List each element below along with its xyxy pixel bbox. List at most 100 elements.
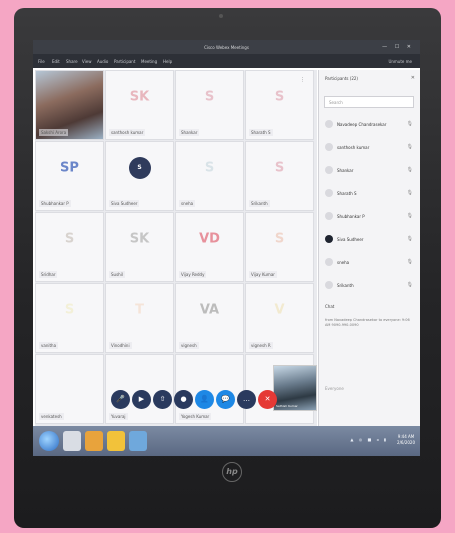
participant-name-label: sneha bbox=[179, 200, 196, 207]
video-tile[interactable]: VA vignesh bbox=[175, 283, 244, 353]
close-icon[interactable]: ✕ bbox=[411, 75, 415, 81]
participant-name-label: Siva Sudheer bbox=[109, 200, 140, 207]
taskbar-app-icon[interactable] bbox=[129, 431, 147, 451]
laptop-screen: Cisco Webex Meetings — ☐ ✕ File Edit Sha… bbox=[33, 40, 420, 456]
window-title: Cisco Webex Meetings bbox=[204, 45, 249, 50]
video-tile[interactable]: S Sharath S ⋮ bbox=[245, 70, 314, 140]
participant-name: Sharath S bbox=[337, 191, 357, 196]
menu-view[interactable]: View bbox=[82, 59, 92, 64]
participant-name-label: Vijay Reddy bbox=[179, 271, 207, 278]
chat-recipient-select[interactable]: Everyone bbox=[325, 386, 344, 391]
participant-name-label: Sridhar bbox=[39, 271, 58, 278]
participant-name-label: Shubhankar P bbox=[39, 200, 71, 207]
participant-name-label: Sushil bbox=[109, 271, 125, 278]
more-icon[interactable]: … bbox=[237, 390, 256, 409]
avatar bbox=[325, 235, 333, 243]
participant-name: Siva Sudheer bbox=[337, 237, 364, 242]
meeting-controls: 🎤 ▶ ⇧ ● 👤 💬… ✕ bbox=[111, 390, 281, 416]
menu-bar: File Edit Share View Audio Participant M… bbox=[33, 54, 420, 68]
avatar bbox=[325, 281, 333, 289]
menu-participant[interactable]: Participant bbox=[114, 59, 135, 64]
video-tile[interactable]: S Sridhar bbox=[35, 212, 104, 282]
participants-panel: Participants (22) ✕ Search Navadeep Chan… bbox=[318, 70, 420, 426]
menu-audio[interactable]: Audio bbox=[97, 59, 108, 64]
video-tile[interactable]: Sakshi Arora bbox=[35, 70, 104, 140]
webcam-dot bbox=[219, 14, 223, 18]
title-bar: Cisco Webex Meetings — ☐ ✕ bbox=[33, 40, 420, 54]
video-tile[interactable]: venkatesh bbox=[35, 354, 104, 424]
mute-icon[interactable]: 🎤 bbox=[111, 390, 130, 409]
participant-name-label: Srikanth bbox=[249, 200, 270, 207]
video-tile[interactable]: S Vijay Kumar bbox=[245, 212, 314, 282]
chat-icon[interactable]: 💬 bbox=[216, 390, 235, 409]
menu-share[interactable]: Share bbox=[66, 59, 78, 64]
video-tile[interactable]: SP Shubhankar P bbox=[35, 141, 104, 211]
video-tile[interactable]: VD Vijay Reddy bbox=[175, 212, 244, 282]
participant-initials: S bbox=[274, 160, 285, 176]
microphone-icon: 🎙 bbox=[406, 167, 413, 173]
taskbar-app-icon[interactable] bbox=[85, 431, 103, 451]
share-icon[interactable]: ⇧ bbox=[153, 390, 172, 409]
participant-row[interactable]: sneha 🎙 bbox=[319, 252, 420, 276]
chat-title[interactable]: Chat bbox=[325, 304, 334, 309]
menu-file[interactable]: File bbox=[38, 59, 45, 64]
microphone-icon: 🎙 bbox=[406, 121, 413, 127]
video-tile[interactable]: Svanitha bbox=[35, 283, 104, 353]
participant-row[interactable]: santhosh kumar 🎙 bbox=[319, 137, 420, 161]
video-tile[interactable]: S Shankar bbox=[175, 70, 244, 140]
participant-name-label: vignesh bbox=[179, 342, 199, 349]
participant-initials: SK bbox=[129, 231, 150, 247]
participant-name-label: venkatesh bbox=[39, 413, 64, 420]
clock-date: 2/6/2020 bbox=[397, 440, 415, 445]
participant-initials: S bbox=[274, 89, 285, 105]
participant-name: Navadeep Chandrasekar bbox=[337, 122, 387, 127]
participant-row[interactable]: Navadeep Chandrasekar 🎙 bbox=[319, 114, 420, 138]
participant-name-label: Vijay Kumar bbox=[249, 271, 277, 278]
participant-initials: S bbox=[204, 160, 215, 176]
taskbar-app-icon[interactable] bbox=[107, 431, 125, 451]
video-tile[interactable]: S Srikanth bbox=[245, 141, 314, 211]
tile-options-icon[interactable]: ⋮ bbox=[300, 77, 305, 83]
participant-row[interactable]: Shubhankar P 🎙 bbox=[319, 206, 420, 230]
participants-icon[interactable]: 👤 bbox=[195, 390, 214, 409]
participant-name-label: Vinodhini bbox=[109, 342, 132, 349]
video-tile[interactable]: SK Sushil bbox=[105, 212, 174, 282]
search-placeholder: Search bbox=[329, 100, 343, 105]
participant-name: sneha bbox=[337, 260, 350, 265]
participant-row[interactable]: Srikanth 🎙 bbox=[319, 275, 420, 299]
unmute-indicator[interactable]: Unmute me bbox=[388, 59, 412, 64]
participant-search-input[interactable]: Search bbox=[324, 96, 414, 108]
participant-row[interactable]: Sharath S 🎙 bbox=[319, 183, 420, 207]
avatar bbox=[325, 212, 333, 220]
video-tile[interactable]: T Vinodhini bbox=[105, 283, 174, 353]
video-tile[interactable]: Vvignesh R bbox=[245, 283, 314, 353]
video-tile[interactable]: Ssneha bbox=[175, 141, 244, 211]
video-tile[interactable]: SK santhosh kumar bbox=[105, 70, 174, 140]
menu-edit[interactable]: Edit bbox=[52, 59, 60, 64]
participant-initials: S bbox=[64, 231, 75, 247]
video-tile[interactable]: S Siva Sudheer bbox=[105, 141, 174, 211]
hp-logo: hp bbox=[222, 462, 242, 482]
participant-name: Shankar bbox=[337, 168, 354, 173]
avatar bbox=[325, 143, 333, 151]
taskbar-app-icon[interactable] bbox=[63, 431, 81, 451]
system-tray[interactable]: ▲ ◎ ■ ◂ ▮ bbox=[350, 437, 388, 442]
start-button[interactable] bbox=[39, 431, 59, 451]
microphone-icon: 🎙 bbox=[406, 236, 413, 242]
record-icon[interactable]: ● bbox=[174, 390, 193, 409]
participants-title: Participants (22) bbox=[325, 76, 358, 81]
participant-row[interactable]: Shankar 🎙 bbox=[319, 160, 420, 184]
participant-name-label: santhosh kumar bbox=[109, 129, 146, 136]
participant-name-label: vignesh R bbox=[249, 342, 273, 349]
video-icon[interactable]: ▶ bbox=[132, 390, 151, 409]
window-controls[interactable]: — ☐ ✕ bbox=[382, 44, 414, 50]
avatar bbox=[325, 166, 333, 174]
participant-name-label: Sakshi Arora bbox=[39, 129, 69, 136]
leave-icon[interactable]: ✕ bbox=[258, 390, 277, 409]
menu-help[interactable]: Help bbox=[163, 59, 172, 64]
participant-initials: S bbox=[128, 156, 151, 179]
participant-initials: V bbox=[274, 302, 285, 318]
participant-initials: S bbox=[274, 231, 285, 247]
participant-row[interactable]: Siva Sudheer 🎙 bbox=[319, 229, 420, 253]
menu-meeting[interactable]: Meeting bbox=[141, 59, 157, 64]
